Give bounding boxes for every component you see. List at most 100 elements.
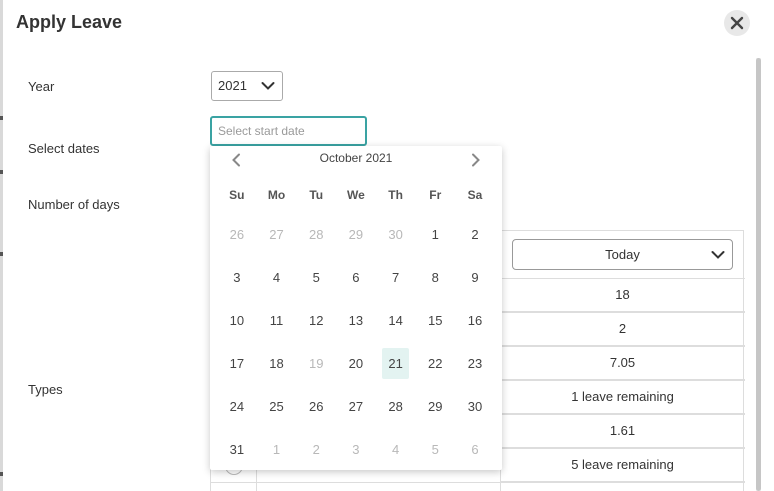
- calendar-day[interactable]: 16: [455, 299, 495, 342]
- calendar-day[interactable]: 8: [415, 256, 455, 299]
- calendar-day-label: 6: [352, 270, 360, 285]
- calendar-day-label: 11: [269, 313, 284, 328]
- weekday-header: Mo: [267, 187, 286, 202]
- calendar-day[interactable]: 11: [257, 299, 297, 342]
- calendar-day[interactable]: 14: [376, 299, 416, 342]
- calendar-day[interactable]: 9: [455, 256, 495, 299]
- calendar-day[interactable]: 27: [257, 213, 297, 256]
- table-cell: 7.05: [500, 346, 745, 380]
- calendar-day[interactable]: 2: [455, 213, 495, 256]
- calendar-day[interactable]: 10: [217, 299, 257, 342]
- calendar-day-label: 9: [471, 270, 479, 285]
- weekday-header: Fr: [429, 187, 442, 202]
- calendar-day-label: 23: [467, 356, 483, 371]
- edge-tick: [0, 116, 3, 120]
- scrollbar-thumb[interactable]: [756, 58, 761, 491]
- calendar-day-label: 31: [229, 442, 245, 457]
- chevron-down-icon: [261, 82, 275, 90]
- calendar-day[interactable]: 17: [217, 342, 257, 385]
- calendar-day-label: 25: [269, 399, 284, 414]
- calendar-day[interactable]: 1: [257, 428, 297, 471]
- dialog-title: Apply Leave: [16, 12, 123, 32]
- edge-tick: [0, 170, 3, 174]
- calendar-day[interactable]: 5: [296, 256, 336, 299]
- next-month-button[interactable]: [466, 150, 486, 170]
- calendar-day-label: 5: [312, 270, 320, 285]
- calendar-day[interactable]: 31: [217, 428, 257, 471]
- calendar-day-label: 22: [428, 356, 443, 371]
- calendar-day-label: 12: [308, 313, 324, 328]
- period-select-value: Today: [605, 247, 640, 262]
- edge-tick: [0, 252, 3, 256]
- calendar-day[interactable]: 23: [455, 342, 495, 385]
- calendar-day[interactable]: 27: [336, 385, 376, 428]
- calendar-day[interactable]: 26: [296, 385, 336, 428]
- calendar-day-label: 28: [308, 227, 324, 242]
- weekday-header: Th: [388, 187, 403, 202]
- calendar-day[interactable]: 30: [376, 213, 416, 256]
- calendar-day-label: 2: [312, 442, 320, 457]
- calendar-day[interactable]: 25: [257, 385, 297, 428]
- calendar-day[interactable]: 18: [257, 342, 297, 385]
- calendar-day[interactable]: 7: [376, 256, 416, 299]
- calendar-day[interactable]: 12: [296, 299, 336, 342]
- calendar-day-label: 3: [352, 442, 360, 457]
- calendar-day-label: 27: [269, 227, 284, 242]
- table-cell: 5 leave remaining: [500, 448, 745, 482]
- calendar-day-label: 24: [229, 399, 245, 414]
- days-label: Number of days: [28, 197, 120, 212]
- calendar-day-label: 10: [229, 313, 245, 328]
- calendar-day-label: 1: [431, 227, 439, 242]
- close-icon: [730, 16, 744, 30]
- calendar-day[interactable]: 2: [296, 428, 336, 471]
- year-label: Year: [28, 79, 55, 94]
- calendar-day-label: 19: [308, 356, 324, 371]
- calendar-day[interactable]: 29: [336, 213, 376, 256]
- start-date-input[interactable]: [210, 116, 367, 146]
- calendar-day-today[interactable]: 21: [376, 342, 416, 385]
- calendar-day[interactable]: 28: [376, 385, 416, 428]
- calendar-day[interactable]: 3: [336, 428, 376, 471]
- table-cell: 1.61: [500, 414, 745, 448]
- edge-tick: [0, 472, 3, 476]
- scrollbar[interactable]: [756, 58, 761, 491]
- calendar-day[interactable]: 13: [336, 299, 376, 342]
- calendar-day-label: 14: [388, 313, 403, 328]
- calendar-day[interactable]: 24: [217, 385, 257, 428]
- calendar-day[interactable]: 4: [257, 256, 297, 299]
- calendar-day[interactable]: 29: [415, 385, 455, 428]
- calendar-grid: Su Mo Tu We Th Fr Sa 26 27 28 29 30 1 2 3 4 5 6 7 8 9 10 11 12 1…: [217, 176, 495, 471]
- calendar-day[interactable]: 6: [336, 256, 376, 299]
- year-select[interactable]: 2021: [211, 71, 283, 101]
- calendar-day-label: 8: [431, 270, 439, 285]
- dates-label: Select dates: [28, 141, 100, 156]
- calendar-day-label: 28: [388, 399, 403, 414]
- calendar-day-label: 26: [229, 227, 245, 242]
- calendar-month-title: October 2021: [319, 151, 393, 165]
- table-cell: 1 leave remaining: [500, 380, 745, 414]
- calendar-day[interactable]: 30: [455, 385, 495, 428]
- calendar-day[interactable]: 3: [217, 256, 257, 299]
- table-cell: 2: [500, 312, 745, 346]
- calendar-day[interactable]: 20: [336, 342, 376, 385]
- calendar-day[interactable]: 15: [415, 299, 455, 342]
- calendar-day-label: 3: [233, 270, 241, 285]
- calendar-day-label: 17: [229, 356, 245, 371]
- calendar-day-label: 15: [428, 313, 443, 328]
- calendar-day-label: 29: [428, 399, 443, 414]
- close-button[interactable]: [724, 10, 750, 36]
- calendar-day[interactable]: 1: [415, 213, 455, 256]
- calendar-day-label: 29: [348, 227, 364, 242]
- calendar-day[interactable]: 22: [415, 342, 455, 385]
- period-select[interactable]: Today: [512, 239, 733, 270]
- calendar-day[interactable]: 19: [296, 342, 336, 385]
- calendar-day[interactable]: 28: [296, 213, 336, 256]
- calendar-day-label: 13: [348, 313, 364, 328]
- calendar-day[interactable]: 6: [455, 428, 495, 471]
- calendar-day[interactable]: 4: [376, 428, 416, 471]
- date-picker-popup: October 2021 Su Mo Tu We Th Fr Sa 26 27 28 29 30 1 2 3…: [210, 146, 502, 470]
- calendar-day-label: 18: [269, 356, 284, 371]
- calendar-day[interactable]: 26: [217, 213, 257, 256]
- calendar-day-label: 1: [272, 442, 281, 457]
- calendar-day[interactable]: 5: [415, 428, 455, 471]
